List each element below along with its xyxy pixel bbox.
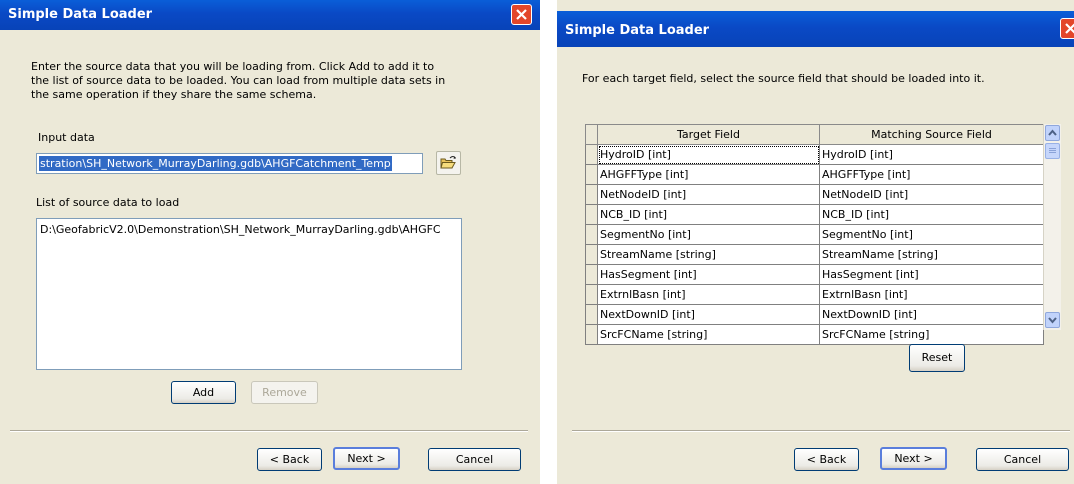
right-cancel-button[interactable]: Cancel — [976, 448, 1069, 471]
open-folder-icon — [440, 156, 456, 169]
table-row[interactable]: StreamName [string] StreamName [string] — [585, 244, 1044, 265]
source-field-cell[interactable]: NextDownID [int] — [819, 304, 1044, 325]
table-row[interactable]: NextDownID [int] NextDownID [int] — [585, 304, 1044, 325]
row-header[interactable] — [585, 284, 598, 305]
instruction-line: the same operation if they share the sam… — [31, 88, 317, 101]
source-field-cell[interactable]: StreamName [string] — [819, 244, 1044, 265]
left-dialog-title: Simple Data Loader — [8, 7, 153, 22]
row-header[interactable] — [585, 184, 598, 205]
target-field-cell[interactable]: HasSegment [int] — [597, 264, 820, 285]
source-data-list[interactable]: D:\GeofabricV2.0\Demonstration\SH_Networ… — [36, 218, 462, 370]
target-field-cell[interactable]: NCB_ID [int] — [597, 204, 820, 225]
browse-button[interactable] — [436, 151, 461, 175]
left-next-button[interactable]: Next > — [333, 447, 400, 470]
source-field-cell[interactable]: HydroID [int] — [819, 144, 1044, 165]
reset-button[interactable]: Reset — [909, 344, 965, 372]
scroll-down-icon[interactable] — [1045, 312, 1060, 328]
row-header[interactable] — [585, 304, 598, 325]
field-mapping-grid[interactable]: Target Field Matching Source Field Hydro… — [585, 124, 1044, 345]
row-header[interactable] — [585, 264, 598, 285]
table-row[interactable]: NCB_ID [int] NCB_ID [int] — [585, 204, 1044, 225]
grid-vertical-scrollbar[interactable] — [1043, 124, 1061, 330]
table-row[interactable]: SrcFCName [string] SrcFCName [string] — [585, 324, 1044, 345]
target-field-cell[interactable]: StreamName [string] — [597, 244, 820, 265]
table-row[interactable]: HydroID [int] HydroID [int] — [585, 144, 1044, 165]
target-field-cell[interactable]: ExtrnlBasn [int] — [597, 284, 820, 305]
table-row[interactable]: ExtrnlBasn [int] ExtrnlBasn [int] — [585, 284, 1044, 305]
source-field-cell[interactable]: SrcFCName [string] — [819, 324, 1044, 345]
right-titlebar[interactable]: Simple Data Loader — [557, 11, 1074, 47]
target-field-cell[interactable]: SrcFCName [string] — [597, 324, 820, 345]
source-field-cell[interactable]: SegmentNo [int] — [819, 224, 1044, 245]
source-field-cell[interactable]: ExtrnlBasn [int] — [819, 284, 1044, 305]
right-next-button[interactable]: Next > — [880, 447, 947, 470]
scroll-up-icon[interactable] — [1045, 125, 1060, 141]
right-instructions: For each target field, select the source… — [582, 72, 985, 85]
close-icon[interactable] — [511, 4, 532, 25]
source-field-cell[interactable]: NCB_ID [int] — [819, 204, 1044, 225]
right-separator — [572, 430, 1070, 432]
instruction-line: the list of source data to be loaded. Yo… — [31, 74, 446, 87]
target-field-cell[interactable]: HydroID [int] — [597, 144, 820, 165]
row-header[interactable] — [585, 164, 598, 185]
source-field-cell[interactable]: NetNodeID [int] — [819, 184, 1044, 205]
grid-corner-header — [585, 124, 598, 145]
target-field-cell[interactable]: SegmentNo [int] — [597, 224, 820, 245]
right-dialog: Simple Data Loader For each target field… — [557, 0, 1074, 484]
row-header[interactable] — [585, 324, 598, 345]
input-data-value: stration\SH_Network_MurrayDarling.gdb\AH… — [39, 156, 392, 171]
add-button[interactable]: Add — [171, 381, 236, 404]
left-cancel-button[interactable]: Cancel — [428, 448, 521, 471]
table-row[interactable]: AHGFFType [int] AHGFFType [int] — [585, 164, 1044, 185]
left-back-button[interactable]: < Back — [257, 448, 322, 471]
matching-source-field-header[interactable]: Matching Source Field — [819, 124, 1044, 145]
table-row[interactable]: HasSegment [int] HasSegment [int] — [585, 264, 1044, 285]
right-back-button[interactable]: < Back — [794, 448, 859, 471]
target-field-cell[interactable]: NextDownID [int] — [597, 304, 820, 325]
table-row[interactable]: SegmentNo [int] SegmentNo [int] — [585, 224, 1044, 245]
close-icon[interactable] — [1060, 18, 1074, 39]
input-data-label: Input data — [38, 131, 95, 144]
left-separator — [10, 430, 528, 432]
left-dialog: Simple Data Loader Enter the source data… — [0, 0, 540, 484]
left-titlebar[interactable]: Simple Data Loader — [0, 0, 540, 30]
target-field-cell[interactable]: NetNodeID [int] — [597, 184, 820, 205]
source-field-cell[interactable]: AHGFFType [int] — [819, 164, 1044, 185]
remove-button[interactable]: Remove — [251, 381, 318, 404]
source-list-label: List of source data to load — [36, 196, 180, 209]
scroll-thumb[interactable] — [1045, 143, 1060, 159]
list-item[interactable]: D:\GeofabricV2.0\Demonstration\SH_Networ… — [40, 223, 441, 236]
input-data-field[interactable]: stration\SH_Network_MurrayDarling.gdb\AH… — [36, 153, 423, 174]
target-field-header[interactable]: Target Field — [597, 124, 820, 145]
row-header[interactable] — [585, 244, 598, 265]
table-row[interactable]: NetNodeID [int] NetNodeID [int] — [585, 184, 1044, 205]
left-instructions: Enter the source data that you will be l… — [31, 60, 445, 102]
right-dialog-title: Simple Data Loader — [565, 23, 710, 38]
row-header[interactable] — [585, 204, 598, 225]
target-field-cell[interactable]: AHGFFType [int] — [597, 164, 820, 185]
source-field-cell[interactable]: HasSegment [int] — [819, 264, 1044, 285]
row-header[interactable] — [585, 144, 598, 165]
row-header[interactable] — [585, 224, 598, 245]
instruction-line: Enter the source data that you will be l… — [31, 60, 435, 73]
